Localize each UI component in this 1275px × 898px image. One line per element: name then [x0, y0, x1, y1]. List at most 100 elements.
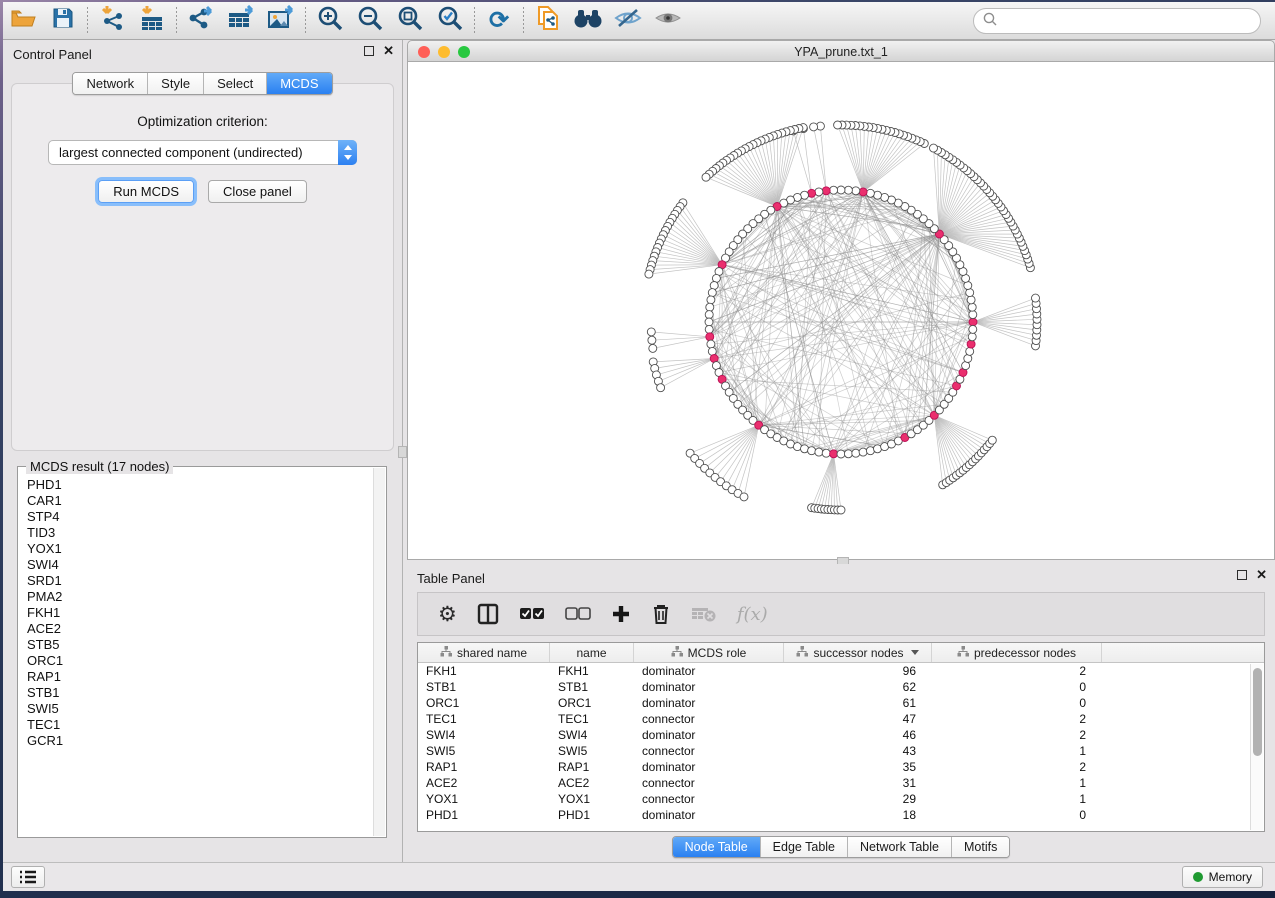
mcds-result-item[interactable]: SWI5 — [27, 701, 372, 717]
table-row[interactable]: FKH1FKH1dominator962 — [418, 663, 1264, 679]
table-cell: 29 — [784, 791, 932, 807]
network-title-bar[interactable]: YPA_prune.txt_1 — [407, 40, 1275, 62]
table-row[interactable]: ORC1ORC1dominator610 — [418, 695, 1264, 711]
zoom-selected-button[interactable] — [430, 5, 470, 37]
select-all-rows-button[interactable] — [519, 601, 545, 627]
column-header-MCDS-role[interactable]: MCDS role — [634, 643, 784, 662]
open-file-button[interactable] — [3, 5, 43, 37]
mcds-result-item[interactable]: RAP1 — [27, 669, 372, 685]
network-graph[interactable] — [408, 62, 1274, 558]
task-history-button[interactable] — [11, 866, 45, 888]
deselect-all-rows-button[interactable] — [565, 601, 591, 627]
tab-motifs[interactable]: Motifs — [952, 837, 1009, 857]
find-button[interactable] — [568, 5, 608, 37]
tab-select[interactable]: Select — [204, 73, 267, 94]
mcds-result-item[interactable]: ACE2 — [27, 621, 372, 637]
checked-boxes-icon — [519, 607, 545, 621]
node-table-body: FKH1FKH1dominator962STB1STB1dominator620… — [418, 663, 1264, 823]
hide-selected-button[interactable] — [608, 5, 648, 37]
close-window-icon[interactable] — [418, 46, 430, 58]
tab-edge-table[interactable]: Edge Table — [761, 837, 848, 857]
clone-network-icon — [535, 4, 561, 37]
show-all-button[interactable] — [648, 5, 688, 37]
table-cell: 2 — [932, 663, 1102, 679]
zoom-in-button[interactable] — [310, 5, 350, 37]
unchecked-boxes-icon — [565, 607, 591, 621]
import-table-button[interactable] — [132, 5, 172, 37]
float-panel-icon[interactable] — [364, 46, 374, 56]
apply-layout-button[interactable]: ⟳ — [479, 5, 519, 37]
search-input[interactable] — [998, 11, 1260, 31]
column-header-shared-name[interactable]: shared name — [418, 643, 550, 662]
column-header-name[interactable]: name — [550, 643, 634, 662]
delete-column-button[interactable] — [651, 601, 671, 627]
export-table-button[interactable] — [221, 5, 261, 37]
clone-network-button[interactable] — [528, 5, 568, 37]
mcds-result-item[interactable]: YOX1 — [27, 541, 372, 557]
mcds-result-item[interactable]: FKH1 — [27, 605, 372, 621]
table-row[interactable]: RAP1RAP1dominator352 — [418, 759, 1264, 775]
import-network-button[interactable] — [92, 5, 132, 37]
add-column-button[interactable] — [611, 601, 631, 627]
result-scrollbar[interactable] — [373, 468, 385, 836]
table-row[interactable]: PHD1PHD1dominator180 — [418, 807, 1264, 823]
save-session-button[interactable] — [43, 5, 83, 37]
mcds-result-item[interactable]: PMA2 — [27, 589, 372, 605]
tab-network[interactable]: Network — [73, 73, 148, 94]
table-row[interactable]: SWI4SWI4dominator462 — [418, 727, 1264, 743]
table-row[interactable]: ACE2ACE2connector311 — [418, 775, 1264, 791]
close-panel-button[interactable]: Close panel — [208, 180, 307, 203]
table-cell: dominator — [634, 759, 784, 775]
tab-style[interactable]: Style — [148, 73, 204, 94]
table-row[interactable]: TEC1TEC1connector472 — [418, 711, 1264, 727]
mcds-result-item[interactable]: TID3 — [27, 525, 372, 541]
search-field[interactable] — [973, 8, 1261, 34]
tab-mcds[interactable]: MCDS — [267, 73, 331, 94]
zoom-out-button[interactable] — [350, 5, 390, 37]
criterion-dropdown[interactable]: largest connected component (undirected) — [48, 140, 357, 165]
minimize-window-icon[interactable] — [438, 46, 450, 58]
table-row[interactable]: STB1STB1dominator620 — [418, 679, 1264, 695]
column-header-successor-nodes[interactable]: successor nodes — [784, 643, 932, 662]
table-cell: RAP1 — [550, 759, 634, 775]
zoom-fit-button[interactable] — [390, 5, 430, 37]
export-image-button[interactable] — [261, 5, 301, 37]
mcds-result-list[interactable]: PHD1CAR1STP4TID3YOX1SWI4SRD1PMA2FKH1ACE2… — [19, 473, 372, 836]
tab-network-table[interactable]: Network Table — [848, 837, 952, 857]
export-network-button[interactable] — [181, 5, 221, 37]
table-cell: 1 — [932, 743, 1102, 759]
table-scrollbar-thumb[interactable] — [1253, 668, 1262, 756]
app-window: ⟳ — [3, 2, 1275, 891]
mcds-result-item[interactable]: SWI4 — [27, 557, 372, 573]
mcds-result-item[interactable]: CAR1 — [27, 493, 372, 509]
mcds-result-item[interactable]: TEC1 — [27, 717, 372, 733]
export-network-icon — [187, 5, 215, 36]
close-panel-icon[interactable]: ✕ — [383, 46, 394, 56]
mcds-result-item[interactable]: PHD1 — [27, 477, 372, 493]
zoom-in-icon — [317, 5, 343, 36]
maximize-window-icon[interactable] — [458, 46, 470, 58]
tab-node-table[interactable]: Node Table — [673, 837, 761, 857]
mcds-result-item[interactable]: ORC1 — [27, 653, 372, 669]
mcds-result-item[interactable]: SRD1 — [27, 573, 372, 589]
vertical-splitter-handle[interactable] — [398, 446, 407, 458]
show-columns-button[interactable] — [477, 601, 499, 627]
close-table-panel-icon[interactable]: ✕ — [1256, 570, 1267, 580]
mcds-result-item[interactable]: STB5 — [27, 637, 372, 653]
table-row[interactable]: SWI5SWI5connector431 — [418, 743, 1264, 759]
table-cell: STB1 — [418, 679, 550, 695]
table-settings-button[interactable]: ⚙ — [438, 601, 457, 627]
export-table-icon — [227, 5, 255, 36]
mcds-result-item[interactable]: GCR1 — [27, 733, 372, 749]
column-header-predecessor-nodes[interactable]: predecessor nodes — [932, 643, 1102, 662]
mcds-result-item[interactable]: STP4 — [27, 509, 372, 525]
network-canvas[interactable] — [407, 62, 1275, 560]
table-cell: PHD1 — [418, 807, 550, 823]
shared-column-icon — [957, 646, 969, 660]
run-mcds-button[interactable]: Run MCDS — [98, 180, 194, 203]
memory-button[interactable]: Memory — [1182, 866, 1263, 888]
table-row[interactable]: YOX1YOX1connector291 — [418, 791, 1264, 807]
table-scrollbar[interactable] — [1250, 664, 1263, 830]
float-table-panel-icon[interactable] — [1237, 570, 1247, 580]
mcds-result-item[interactable]: STB1 — [27, 685, 372, 701]
